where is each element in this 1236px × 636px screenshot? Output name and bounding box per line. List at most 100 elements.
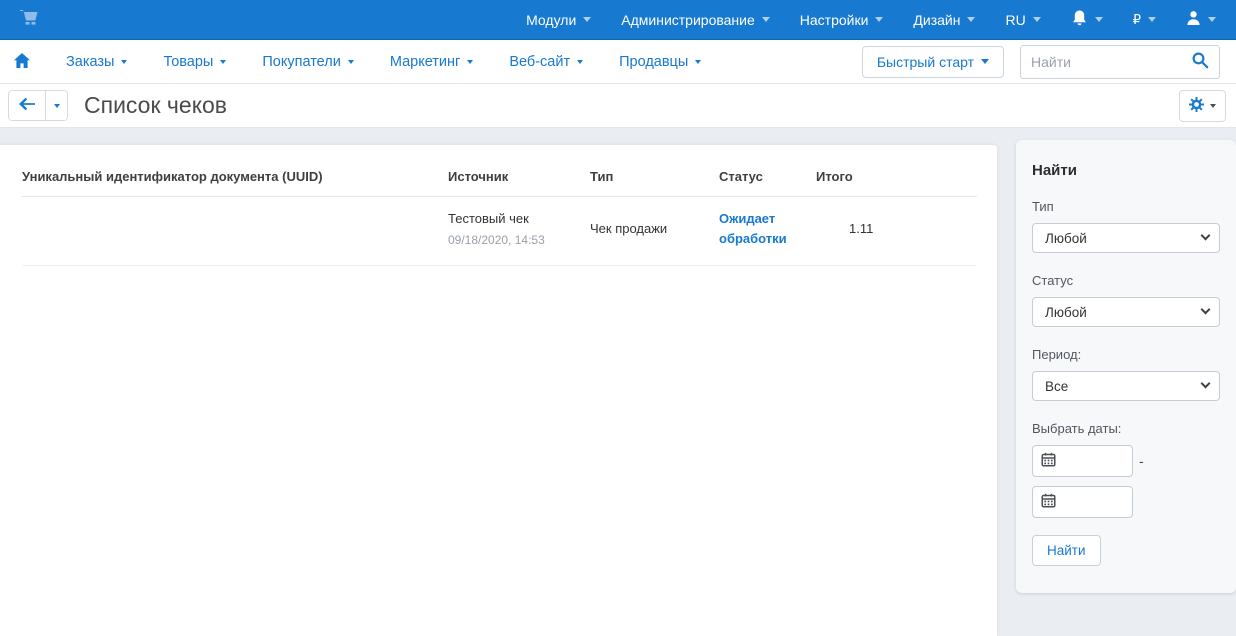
column-header-type: Тип bbox=[590, 169, 719, 197]
back-button[interactable] bbox=[9, 91, 45, 120]
date-from-box bbox=[1032, 445, 1133, 477]
page-settings-button[interactable] bbox=[1179, 90, 1226, 122]
table-row: Тестовый чек 09/18/2020, 14:53 Чек прода… bbox=[22, 197, 977, 266]
filter-status-label: Статус bbox=[1032, 273, 1220, 288]
chevron-down-icon bbox=[1148, 17, 1156, 22]
topbar-menu-label: Модули bbox=[526, 12, 576, 28]
topbar-menu-account[interactable] bbox=[1186, 10, 1216, 29]
status-link[interactable]: Ожидает обработки bbox=[719, 211, 787, 246]
chevron-down-icon bbox=[762, 17, 770, 22]
topbar-menu-label: Дизайн bbox=[913, 12, 960, 28]
filter-period-select[interactable]: Все bbox=[1032, 371, 1220, 401]
source-date: 09/18/2020, 14:53 bbox=[448, 231, 582, 249]
topbar-menu-settings[interactable]: Настройки bbox=[800, 12, 884, 28]
nav-item-website[interactable]: Веб-сайт bbox=[509, 54, 583, 70]
date-from-input[interactable] bbox=[1062, 454, 1120, 469]
chevron-down-icon bbox=[981, 59, 989, 64]
gear-icon bbox=[1189, 97, 1204, 115]
arrow-left-icon bbox=[19, 97, 35, 114]
chevron-down-icon bbox=[967, 17, 975, 22]
chevron-down-icon bbox=[54, 104, 60, 108]
quick-start-button[interactable]: Быстрый старт bbox=[862, 46, 1004, 78]
page-body: Уникальный идентификатор документа (UUID… bbox=[0, 128, 1236, 636]
nav-item-products[interactable]: Товары bbox=[163, 54, 226, 70]
storefront-cart-button[interactable] bbox=[18, 8, 42, 31]
home-icon bbox=[14, 53, 30, 71]
topbar-menu-addons[interactable]: Модули bbox=[526, 12, 591, 28]
filter-type-select[interactable]: Любой bbox=[1032, 223, 1220, 253]
filter-search-button[interactable]: Найти bbox=[1032, 535, 1101, 566]
topbar-menu-label: Администрирование bbox=[621, 12, 755, 28]
column-header-uuid: Уникальный идентификатор документа (UUID… bbox=[22, 169, 448, 197]
cell-status: Ожидает обработки bbox=[719, 197, 816, 266]
filter-period-select-wrap: Все bbox=[1032, 371, 1220, 401]
nav-item-label: Заказы bbox=[66, 54, 114, 70]
admin-topbar: Модули Администрирование Настройки Дизай… bbox=[0, 0, 1236, 40]
filter-dates-label: Выбрать даты: bbox=[1032, 421, 1220, 436]
filter-status-select[interactable]: Любой bbox=[1032, 297, 1220, 327]
back-history-dropdown[interactable] bbox=[45, 91, 67, 120]
column-header-status: Статус bbox=[719, 169, 816, 197]
search-input[interactable] bbox=[1021, 54, 1181, 70]
nav-item-customers[interactable]: Покупатели bbox=[262, 54, 353, 70]
cell-uuid bbox=[22, 197, 448, 266]
page-titlebar: Список чеков bbox=[0, 84, 1236, 128]
filter-type-select-wrap: Любой bbox=[1032, 223, 1220, 253]
language-code-label: RU bbox=[1005, 12, 1025, 28]
date-to-input[interactable] bbox=[1062, 495, 1120, 510]
topbar-menu-currency[interactable]: ₽ bbox=[1133, 12, 1156, 28]
nav-item-marketing[interactable]: Маркетинг bbox=[390, 54, 474, 70]
global-search-box bbox=[1020, 45, 1220, 79]
chevron-down-icon bbox=[121, 60, 127, 64]
cell-source: Тестовый чек 09/18/2020, 14:53 bbox=[448, 197, 590, 266]
topbar-menu-language[interactable]: RU bbox=[1005, 12, 1040, 28]
nav-item-label: Веб-сайт bbox=[509, 54, 570, 70]
chevron-down-icon bbox=[348, 60, 354, 64]
nav-item-label: Маркетинг bbox=[390, 54, 461, 70]
bell-icon bbox=[1071, 9, 1088, 30]
receipts-table: Уникальный идентификатор документа (UUID… bbox=[22, 169, 977, 266]
nav-item-label: Товары bbox=[163, 54, 213, 70]
nav-item-label: Продавцы bbox=[619, 54, 688, 70]
chevron-down-icon bbox=[875, 17, 883, 22]
nav-item-vendors[interactable]: Продавцы bbox=[619, 54, 701, 70]
cell-type: Чек продажи bbox=[590, 197, 719, 266]
topbar-menu-label: Настройки bbox=[800, 12, 869, 28]
table-header-row: Уникальный идентификатор документа (UUID… bbox=[22, 169, 977, 197]
column-header-source: Источник bbox=[448, 169, 590, 197]
search-filter-panel: Найти Тип Любой Статус Любой Период: Все… bbox=[1016, 140, 1236, 593]
chevron-down-icon bbox=[1210, 104, 1216, 108]
column-header-total: Итого bbox=[816, 169, 977, 197]
nav-item-label: Покупатели bbox=[262, 54, 340, 70]
cell-total: 1.11 bbox=[816, 197, 977, 266]
date-range-separator: - bbox=[1139, 453, 1144, 469]
search-icon bbox=[1191, 51, 1209, 72]
topbar-menu-group: Модули Администрирование Настройки Дизай… bbox=[526, 9, 1216, 30]
chevron-down-icon bbox=[220, 60, 226, 64]
chevron-down-icon bbox=[1208, 17, 1216, 22]
calendar-icon bbox=[1041, 452, 1056, 470]
back-split-button bbox=[8, 90, 68, 121]
cart-icon bbox=[18, 8, 42, 31]
nav-item-orders[interactable]: Заказы bbox=[66, 54, 127, 70]
chevron-down-icon bbox=[695, 60, 701, 64]
topbar-menu-notifications[interactable] bbox=[1071, 9, 1103, 30]
quick-start-label: Быстрый старт bbox=[877, 54, 974, 70]
home-button[interactable] bbox=[14, 53, 30, 71]
user-icon bbox=[1186, 10, 1201, 29]
filter-period-label: Период: bbox=[1032, 347, 1220, 362]
date-to-row bbox=[1032, 486, 1220, 518]
filter-status-select-wrap: Любой bbox=[1032, 297, 1220, 327]
topbar-menu-design[interactable]: Дизайн bbox=[913, 12, 975, 28]
search-submit-button[interactable] bbox=[1181, 46, 1219, 78]
ruble-currency-icon: ₽ bbox=[1133, 12, 1141, 28]
chevron-down-icon bbox=[1095, 17, 1103, 22]
receipts-panel: Уникальный идентификатор документа (UUID… bbox=[0, 145, 997, 636]
main-navbar: Заказы Товары Покупатели Маркетинг Веб-с… bbox=[0, 40, 1236, 84]
calendar-icon bbox=[1041, 493, 1056, 511]
filter-type-label: Тип bbox=[1032, 199, 1220, 214]
topbar-menu-administration[interactable]: Администрирование bbox=[621, 12, 770, 28]
source-name: Тестовый чек bbox=[448, 211, 529, 226]
chevron-down-icon bbox=[583, 17, 591, 22]
date-to-box bbox=[1032, 486, 1133, 518]
